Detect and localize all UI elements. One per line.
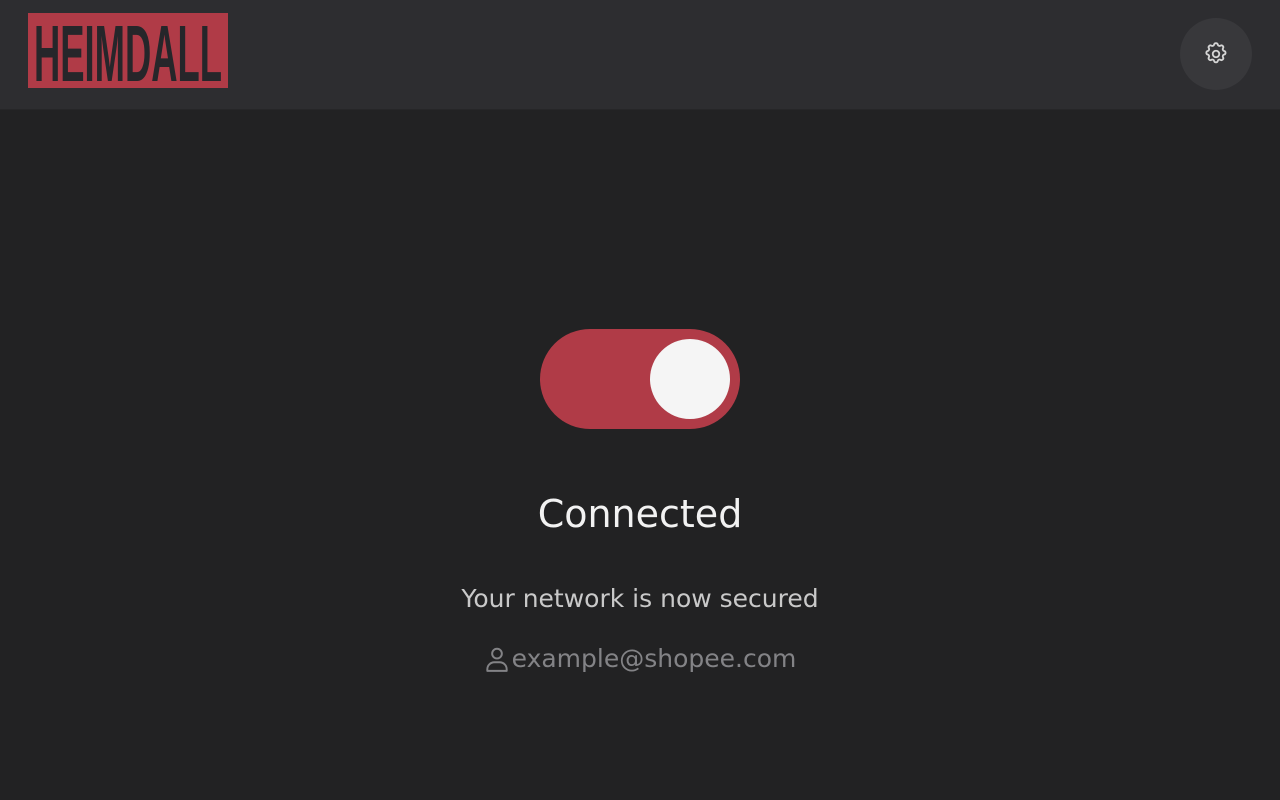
app-window: HEIMDALL Connected Your network is now s… [0, 0, 1280, 800]
toggle-knob[interactable] [650, 339, 730, 419]
settings-button[interactable] [1180, 18, 1252, 90]
user-icon [484, 645, 510, 673]
main-panel: Connected Your network is now secured ex… [0, 110, 1280, 800]
vpn-connection-toggle[interactable] [540, 329, 740, 429]
gear-icon [1203, 41, 1229, 67]
heimdall-logo: HEIMDALL [28, 13, 228, 88]
account-email: example@shopee.com [511, 644, 797, 673]
connection-status-subtitle: Your network is now secured [461, 584, 819, 613]
connection-status-title: Connected [537, 492, 743, 536]
account-info: example@shopee.com [0, 642, 1280, 676]
logo-text: HEIMDALL [34, 13, 222, 88]
header-bar: HEIMDALL [0, 0, 1280, 110]
